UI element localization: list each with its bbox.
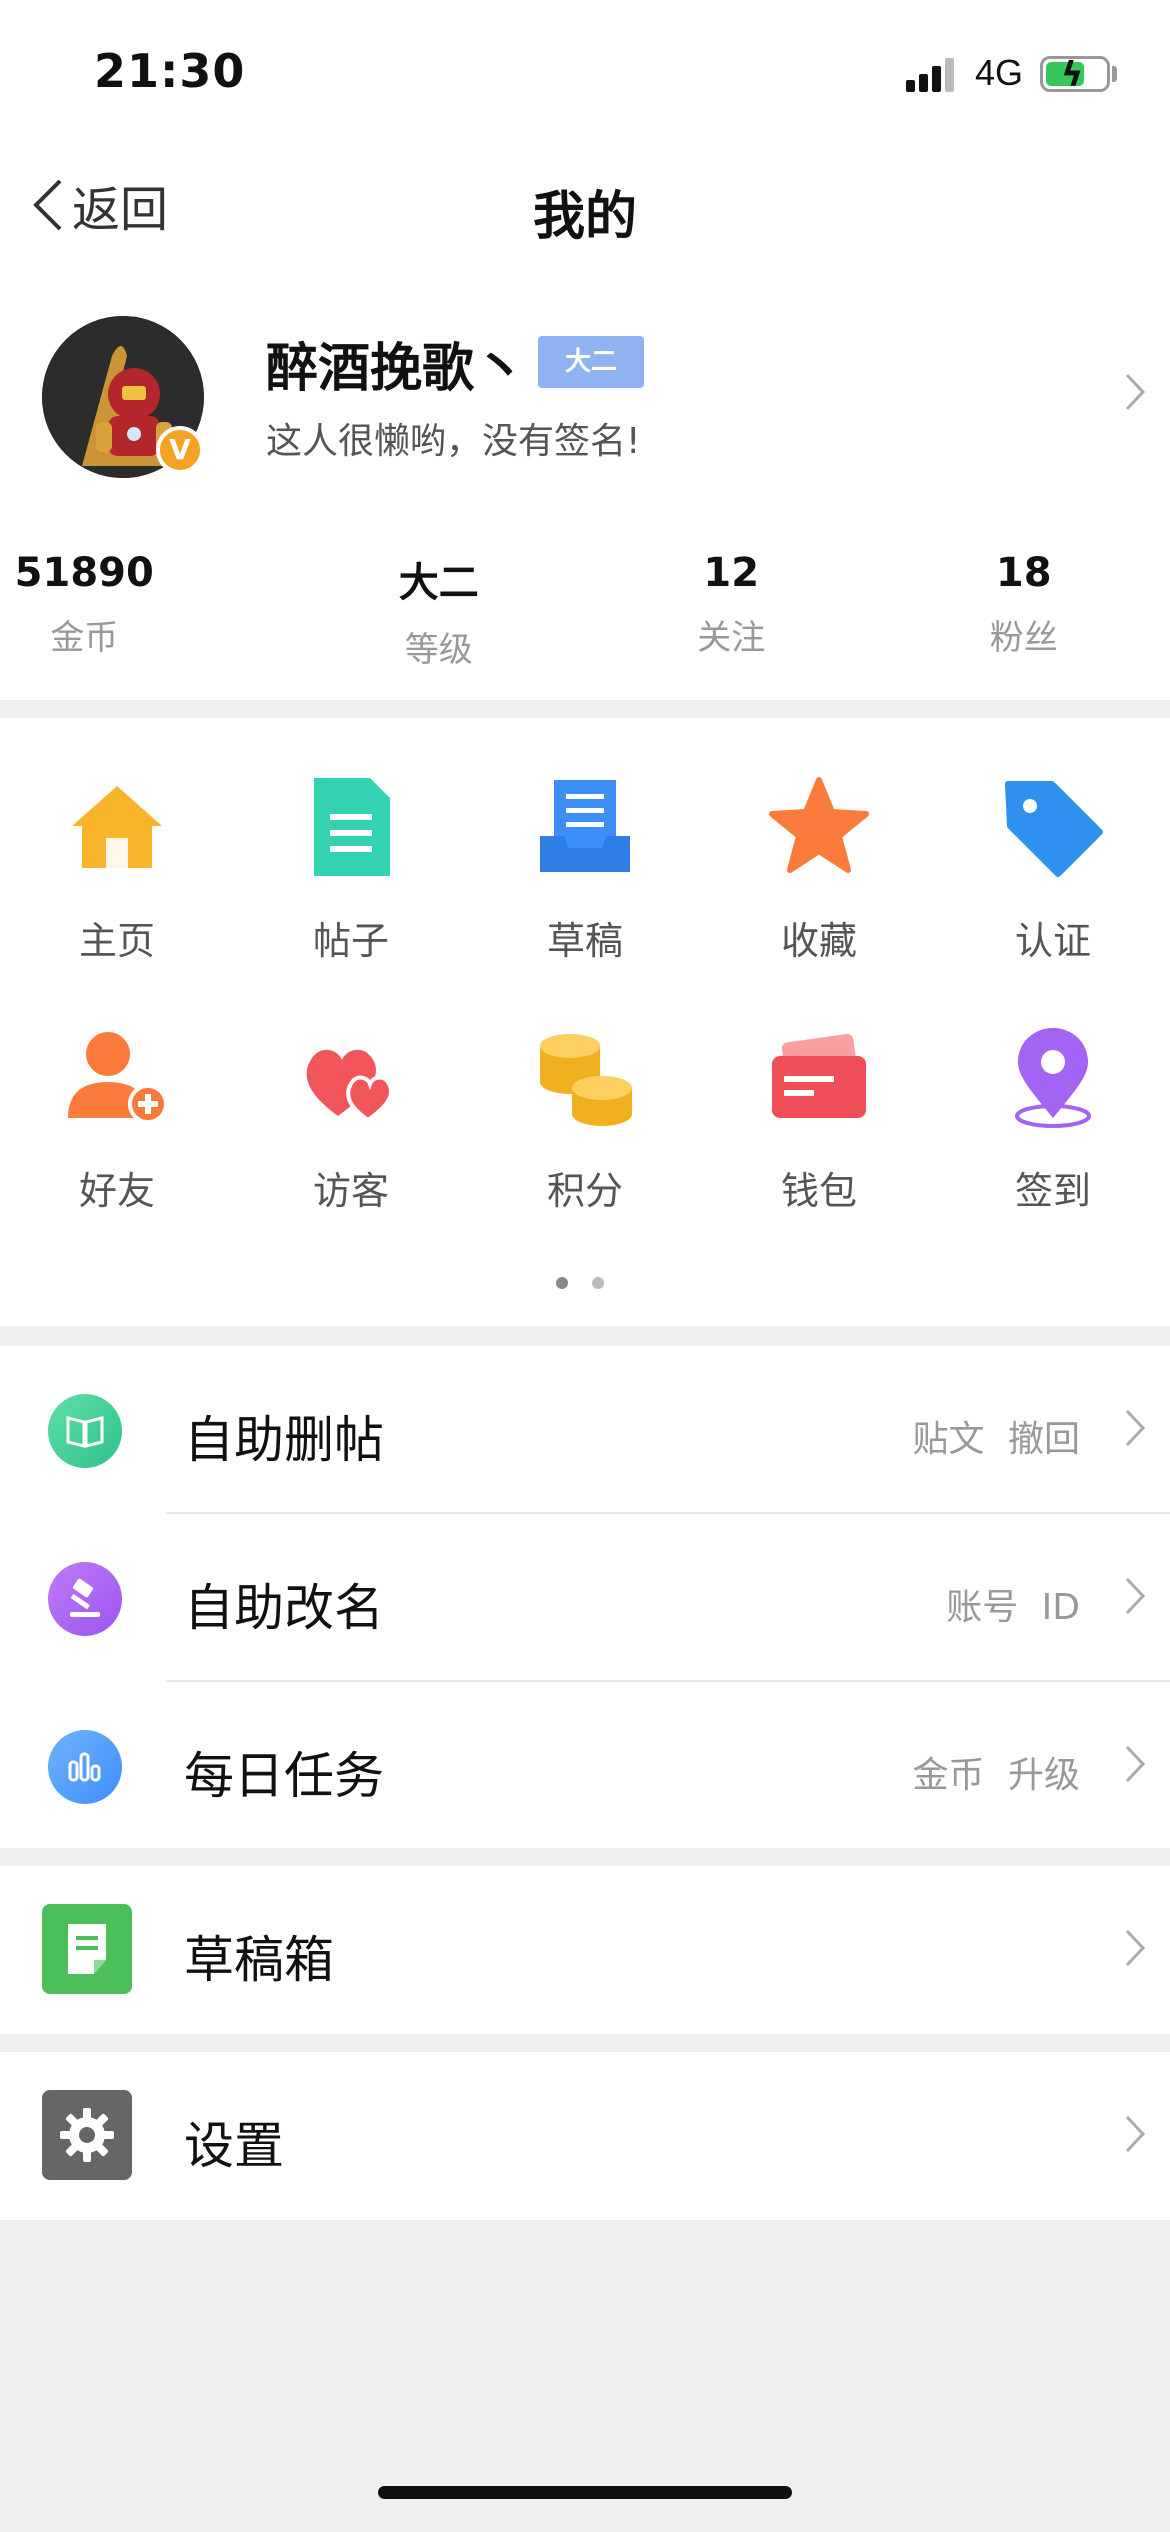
home-icon (72, 786, 162, 868)
stats-row: 51890 金币 大二 等级 12 关注 18 粉丝 (0, 550, 1170, 671)
home-indicator[interactable] (378, 2486, 792, 2499)
network-type: 4G (975, 52, 1024, 93)
stat-fans[interactable]: 18 粉丝 (878, 550, 1170, 671)
stat-label: 等级 (404, 630, 473, 670)
stat-value: 51890 (14, 550, 154, 596)
row-meta: 金币 升级 (912, 1755, 1080, 1796)
grid-item-home[interactable]: 主页 (0, 718, 234, 963)
verified-badge: V (156, 426, 204, 474)
grid-label: 签到 (1014, 1169, 1091, 1213)
page-title: 我的 (532, 187, 637, 247)
grid-item-friends[interactable]: 好友 (0, 968, 234, 1213)
stat-label: 关注 (697, 618, 766, 658)
draft-box-icon (42, 1904, 132, 1994)
settings-section: 设置 (0, 2052, 1170, 2220)
row-meta: 账号 ID (946, 1587, 1080, 1628)
grid-item-posts[interactable]: 帖子 (234, 718, 468, 963)
gavel-icon (48, 1562, 122, 1636)
grid-item-visitors[interactable]: 访客 (234, 968, 468, 1213)
feature-grid: 主页 帖子 草稿 收藏 认证 好友 访客 积分 钱包 签到 (0, 718, 1170, 1326)
chevron-right-icon (1125, 2115, 1146, 2153)
stat-value: 大二 (398, 560, 479, 606)
grid-item-verify[interactable]: 认证 (936, 718, 1170, 963)
status-bar: 21:30 4G ϟ (0, 0, 1170, 150)
row-settings[interactable]: 设置 (0, 2052, 1170, 2220)
grid-label: 主页 (78, 919, 155, 963)
row-label: 草稿箱 (184, 1931, 334, 1989)
grid-item-checkin[interactable]: 签到 (936, 968, 1170, 1213)
book-icon (48, 1394, 122, 1468)
chevron-right-icon (1125, 1929, 1146, 1967)
row-meta: 贴文 撤回 (912, 1419, 1080, 1460)
chevron-right-icon (1125, 1409, 1146, 1447)
stat-following[interactable]: 12 关注 (585, 550, 878, 671)
grid-label: 好友 (78, 1169, 155, 1213)
coins-icon (540, 1034, 632, 1126)
bar-chart-icon (48, 1730, 122, 1804)
row-daily-task[interactable]: 每日任务 金币 升级 (0, 1682, 1170, 1850)
grid-item-points[interactable]: 积分 (468, 968, 702, 1213)
hearts-icon (306, 1049, 394, 1123)
stat-value: 12 (703, 550, 760, 596)
stat-level[interactable]: 大二 等级 (293, 550, 586, 671)
row-label: 设置 (184, 2117, 284, 2175)
document-icon (314, 778, 390, 876)
row-delete-post[interactable]: 自助删帖 贴文 撤回 (0, 1346, 1170, 1514)
profile-card[interactable]: V 醉酒挽歌丶 大二 这人很懒哟，没有签名! 51890 金币 大二 等级 12… (0, 260, 1170, 700)
row-label: 自助删帖 (184, 1411, 384, 1469)
row-draft-box[interactable]: 草稿箱 (0, 1866, 1170, 2034)
wallet-icon (772, 1033, 866, 1118)
grid-label: 帖子 (312, 919, 389, 963)
star-icon (769, 777, 869, 873)
row-label: 自助改名 (184, 1579, 384, 1637)
chevron-right-icon (1125, 1745, 1146, 1783)
gear-icon (42, 2090, 132, 2180)
tools-list: 自助删帖 贴文 撤回 自助改名 账号 ID 每日任务 金币 升级 (0, 1346, 1170, 1848)
page-dot[interactable] (556, 1277, 568, 1289)
status-time: 21:30 (94, 44, 246, 98)
grid-item-wallet[interactable]: 钱包 (702, 968, 936, 1213)
add-friend-icon (68, 1032, 168, 1124)
grid-label: 访客 (312, 1169, 389, 1213)
row-rename[interactable]: 自助改名 账号 ID (0, 1514, 1170, 1682)
signal-icon (906, 58, 958, 92)
level-tag: 大二 (538, 336, 644, 388)
grid-label: 收藏 (780, 919, 857, 963)
inbox-icon (540, 780, 630, 872)
stat-label: 金币 (50, 618, 119, 658)
grid-label: 认证 (1014, 919, 1091, 963)
signature: 这人很懒哟，没有签名! (266, 421, 641, 462)
tag-icon (1005, 781, 1103, 877)
drafts-section: 草稿箱 (0, 1866, 1170, 2034)
row-label: 每日任务 (184, 1747, 384, 1805)
battery-icon: ϟ (1040, 55, 1110, 95)
grid-label: 积分 (546, 1169, 623, 1213)
username: 醉酒挽歌丶 (266, 339, 527, 399)
nav-bar: 返回 我的 (0, 150, 1170, 260)
grid-item-favorites[interactable]: 收藏 (702, 718, 936, 963)
stat-label: 粉丝 (989, 618, 1058, 658)
chevron-right-icon (1125, 373, 1146, 411)
stat-value: 18 (995, 550, 1052, 596)
chevron-right-icon (1125, 1577, 1146, 1615)
page-indicator (556, 1274, 628, 1293)
grid-label: 钱包 (780, 1169, 857, 1213)
location-pin-icon (1015, 1028, 1091, 1128)
page-dot[interactable] (592, 1277, 604, 1289)
grid-label: 草稿 (546, 919, 623, 963)
grid-item-drafts[interactable]: 草稿 (468, 718, 702, 963)
stat-coins[interactable]: 51890 金币 (0, 550, 293, 671)
